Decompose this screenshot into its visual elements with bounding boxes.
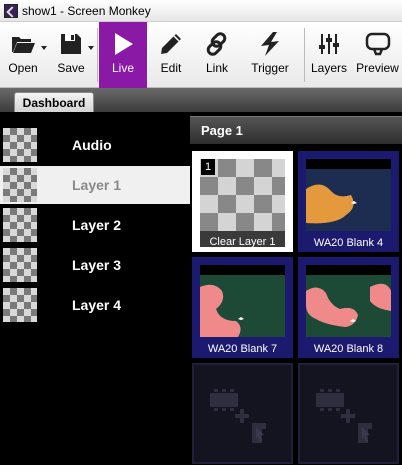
layer-thumbnail xyxy=(3,128,37,162)
media-tile[interactable]: WA20 Blank 4 xyxy=(298,151,399,252)
layer-label: Audio xyxy=(72,137,112,153)
media-tile[interactable]: WA20 Blank 7 xyxy=(192,257,293,358)
layer-label: Layer 4 xyxy=(72,297,122,313)
layer-row-layer-2[interactable]: Layer 2 xyxy=(0,206,190,244)
save-button[interactable]: Save xyxy=(48,22,94,88)
tile-label: WA20 Blank 8 xyxy=(313,343,384,355)
media-thumbnail xyxy=(306,265,391,337)
preview-label: Preview xyxy=(356,61,399,75)
save-dropdown-icon[interactable] xyxy=(88,46,94,50)
page-title: Page 1 xyxy=(201,123,243,138)
page-header: Page 1 xyxy=(190,116,402,144)
tab-strip: Dashboard xyxy=(0,88,402,112)
live-button[interactable]: Live xyxy=(99,22,147,88)
layer-list: Audio Layer 1 Layer 2 Layer 3 Layer 4 xyxy=(0,112,190,465)
tile-number-badge: 1 xyxy=(201,159,215,175)
empty-tile[interactable] xyxy=(298,363,399,464)
add-media-icon xyxy=(210,389,266,443)
monitor-icon xyxy=(365,31,391,57)
layer-row-layer-3[interactable]: Layer 3 xyxy=(0,246,190,284)
layer-thumbnail xyxy=(3,288,37,322)
add-media-icon xyxy=(316,389,372,443)
toolbar-divider xyxy=(304,28,305,82)
empty-tile[interactable] xyxy=(192,363,293,464)
tile-label: Clear Layer 1 xyxy=(209,236,276,248)
link-label: Link xyxy=(205,61,228,75)
lightning-icon xyxy=(257,31,283,57)
window-title: show1 - Screen Monkey xyxy=(22,3,151,18)
media-thumbnail xyxy=(200,265,285,337)
edit-button[interactable]: Edit xyxy=(149,22,193,88)
pencil-icon xyxy=(158,31,184,57)
layer-label: Layer 1 xyxy=(72,177,122,193)
toolbar: Open Save Live Edit Link Trigger Layers … xyxy=(0,22,402,88)
layer-row-audio[interactable]: Audio xyxy=(0,126,190,164)
layers-label: Layers xyxy=(310,61,348,75)
play-icon xyxy=(110,31,136,57)
save-label: Save xyxy=(57,61,85,75)
media-thumbnail xyxy=(306,159,391,231)
layer-thumbnail xyxy=(3,208,37,242)
sliders-icon xyxy=(316,31,342,57)
layer-row-layer-4[interactable]: Layer 4 xyxy=(0,286,190,324)
layer-thumbnail xyxy=(3,168,37,202)
open-button[interactable]: Open xyxy=(0,22,47,88)
preview-button[interactable]: Preview xyxy=(353,22,402,88)
tile-label: WA20 Blank 7 xyxy=(207,343,278,355)
layer-row-layer-1[interactable]: Layer 1 xyxy=(0,166,190,204)
tab-dashboard[interactable]: Dashboard xyxy=(14,92,94,112)
toolbar-divider xyxy=(97,28,98,82)
layer-label: Layer 2 xyxy=(72,217,122,233)
chain-link-icon xyxy=(204,31,230,57)
link-button[interactable]: Link xyxy=(195,22,239,88)
tile-label: WA20 Blank 4 xyxy=(313,237,384,249)
open-dropdown-icon[interactable] xyxy=(41,46,47,50)
folder-open-icon xyxy=(10,31,36,57)
trigger-button[interactable]: Trigger xyxy=(241,22,299,88)
page-panel: Page 1 1 Clear Layer 1 WA20 Blank 4 WA20… xyxy=(190,112,402,465)
trigger-label: Trigger xyxy=(251,61,289,75)
media-tile[interactable]: WA20 Blank 8 xyxy=(298,257,399,358)
open-label: Open xyxy=(8,61,38,75)
edit-label: Edit xyxy=(160,61,182,75)
layers-button[interactable]: Layers xyxy=(307,22,351,88)
live-label: Live xyxy=(111,61,134,75)
clear-layer-tile[interactable]: 1 Clear Layer 1 xyxy=(192,151,293,252)
layer-thumbnail xyxy=(3,248,37,282)
layer-label: Layer 3 xyxy=(72,257,122,273)
app-logo-icon xyxy=(4,3,18,18)
save-disk-icon xyxy=(58,31,84,57)
title-bar: show1 - Screen Monkey xyxy=(0,0,402,22)
